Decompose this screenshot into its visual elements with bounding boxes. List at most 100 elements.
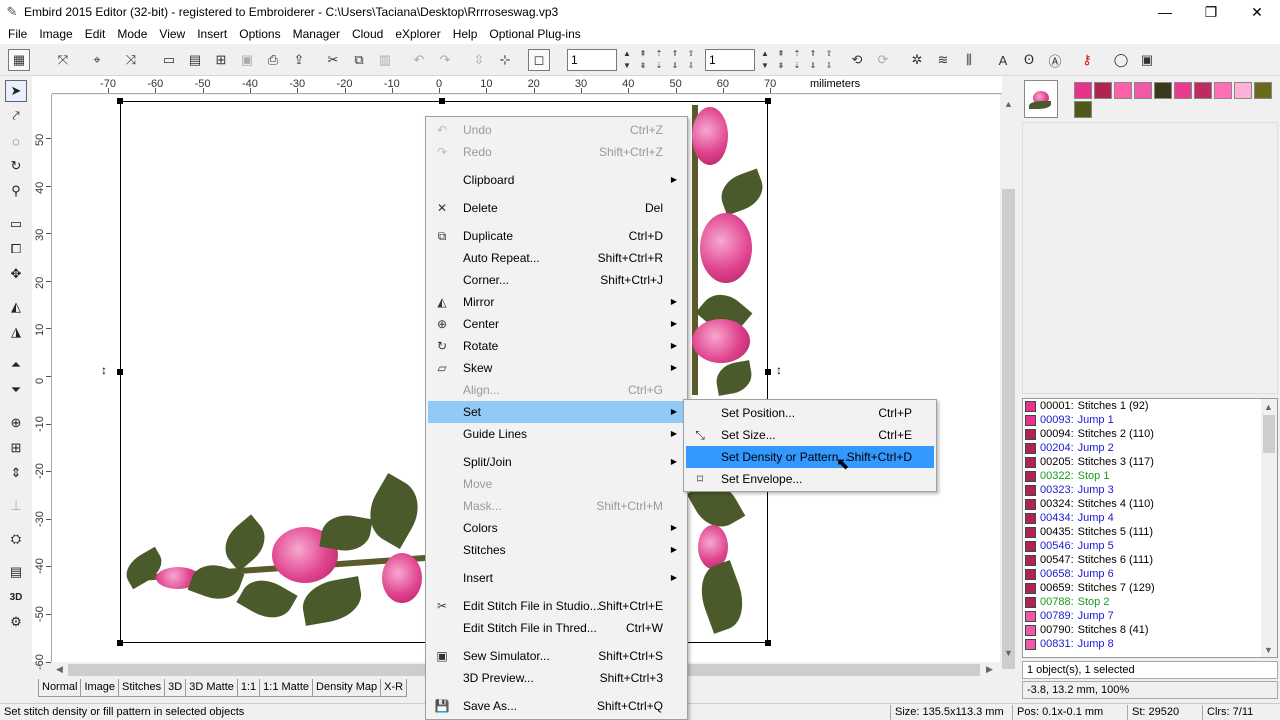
close-button[interactable]: ✕ xyxy=(1234,0,1280,24)
palette-swatch[interactable] xyxy=(1174,82,1192,99)
menu-item-save-as[interactable]: 💾 Save As... Shift+Ctrl+Q xyxy=(428,695,685,717)
rectangle-select-icon[interactable]: ▭ xyxy=(5,213,27,235)
menu-item-mirror[interactable]: ◭ Mirror ▶ xyxy=(428,291,685,313)
wave-icon[interactable]: ≋ xyxy=(932,49,954,71)
menu-item-clipboard[interactable]: Clipboard ▶ xyxy=(428,169,685,191)
menu-insert[interactable]: Insert xyxy=(191,25,233,43)
stop-icon[interactable]: ◻ xyxy=(528,49,550,71)
stitch-list-row[interactable]: 00322: Stop 1 xyxy=(1023,469,1277,483)
stitch-list-row[interactable]: 00546: Jump 5 xyxy=(1023,539,1277,553)
cut-icon[interactable]: ✂ xyxy=(322,49,344,71)
menu-item-undo[interactable]: ↶ Undo Ctrl+Z xyxy=(428,119,685,141)
value-input-1[interactable]: 1 xyxy=(567,49,617,71)
split-icon[interactable]: ⇳ xyxy=(468,49,490,71)
menu-item-insert[interactable]: Insert ▶ xyxy=(428,567,685,589)
vertical-scroll-thumb[interactable] xyxy=(1002,189,1015,669)
print-icon[interactable]: ⎙ xyxy=(262,49,284,71)
spin-1b-icon[interactable]: ⇞ ⇟ xyxy=(636,48,650,72)
menu-file[interactable]: File xyxy=(2,25,33,43)
key-icon[interactable]: ⚷ xyxy=(1076,49,1098,71)
palette-swatch[interactable] xyxy=(1134,82,1152,99)
center-v-icon[interactable]: ⊞ xyxy=(5,437,27,459)
palette-swatch[interactable] xyxy=(1074,82,1092,99)
add-file-icon[interactable]: ⊞ xyxy=(210,49,232,71)
rotate-step-icon[interactable]: ⟲ xyxy=(846,49,868,71)
menu-options[interactable]: Options xyxy=(233,25,286,43)
resize-handle-bl[interactable] xyxy=(117,640,123,646)
resize-handle-tr[interactable] xyxy=(765,98,771,104)
flip-step-icon[interactable]: ⟳ xyxy=(872,49,894,71)
stitch-list-row[interactable]: 00205: Stitches 3 (117) xyxy=(1023,455,1277,469)
palette-swatch[interactable] xyxy=(1094,82,1112,99)
center-h-icon[interactable]: ⊕ xyxy=(5,412,27,434)
design-thumbnail[interactable] xyxy=(1024,80,1058,118)
menu-help[interactable]: Help xyxy=(447,25,484,43)
list-scroll-down-icon[interactable]: ▼ xyxy=(1264,645,1273,655)
scroll-right-icon[interactable]: ▶ xyxy=(986,664,993,675)
menu-item-guide-lines[interactable]: Guide Lines ▶ xyxy=(428,423,685,445)
stitch-list-scrollbar[interactable]: ▲ ▼ xyxy=(1261,399,1277,657)
menu-item-sew-simulator[interactable]: ▣ Sew Simulator... Shift+Ctrl+S xyxy=(428,645,685,667)
columns-icon[interactable]: ⫼ xyxy=(958,49,980,71)
resize-handle-t[interactable] xyxy=(439,98,445,104)
stitch-list-row[interactable]: 00323: Jump 3 xyxy=(1023,483,1277,497)
redo-icon[interactable]: ↷ xyxy=(434,49,456,71)
paste-icon[interactable]: ▥ xyxy=(374,49,396,71)
submenu-item-set-density-or-pattern[interactable]: Set Density or Pattern... Shift+Ctrl+D xyxy=(686,446,934,468)
stitch-list-row[interactable]: 00790: Stitches 8 (41) xyxy=(1023,623,1277,637)
hoop-icon[interactable]: ◯ xyxy=(1110,49,1132,71)
minimize-button[interactable]: — xyxy=(1142,0,1188,24)
menu-item-stitches[interactable]: Stitches ▶ xyxy=(428,539,685,561)
stitch-list-row[interactable]: 00001: Stitches 1 (92) xyxy=(1023,399,1277,413)
menu-item-edit-stitch-file-in-studio[interactable]: ✂ Edit Stitch File in Studio... Shift+Ctrl… xyxy=(428,595,685,617)
select-all-icon[interactable]: ⤧ xyxy=(52,49,74,71)
scroll-down-icon[interactable]: ▼ xyxy=(1004,648,1013,658)
value-input-2[interactable]: 1 xyxy=(705,49,755,71)
hoop-settings-icon[interactable]: ▣ xyxy=(1136,49,1158,71)
save-icon[interactable]: ▣ xyxy=(236,49,258,71)
menu-explorer[interactable]: eXplorer xyxy=(389,25,446,43)
stitch-list-row[interactable]: 00324: Stitches 4 (110) xyxy=(1023,497,1277,511)
list-scroll-up-icon[interactable]: ▲ xyxy=(1264,402,1273,412)
stitch-tool-icon[interactable]: ✲ xyxy=(906,49,928,71)
maximize-button[interactable]: ❐ xyxy=(1188,0,1234,24)
text-path-icon[interactable]: Ꙩ xyxy=(1018,49,1040,71)
transform-icon[interactable]: ⤨ xyxy=(120,49,142,71)
spin-2d-icon[interactable]: ⇑ ⇓ xyxy=(806,48,820,72)
lasso-icon[interactable]: ◌ xyxy=(5,130,27,152)
text-icon[interactable]: A xyxy=(992,49,1014,71)
list-scroll-thumb[interactable] xyxy=(1263,415,1275,453)
menu-mode[interactable]: Mode xyxy=(111,25,153,43)
scroll-up-icon[interactable]: ▲ xyxy=(1004,99,1013,109)
spin-1e-icon[interactable]: ⇧ ⇩ xyxy=(684,48,698,72)
tab-image[interactable]: Image xyxy=(80,679,120,697)
rotate-tool-icon[interactable]: ↻ xyxy=(5,155,27,177)
menu-item-set[interactable]: Set ▶ xyxy=(428,401,685,423)
scroll-left-icon[interactable]: ◀ xyxy=(56,664,63,675)
menu-cloud[interactable]: Cloud xyxy=(346,25,389,43)
stitch-list-row[interactable]: 00093: Jump 1 xyxy=(1023,413,1277,427)
side-arrow-left-icon[interactable]: ↕ xyxy=(101,363,107,377)
resize-handle-tl[interactable] xyxy=(117,98,123,104)
palette-swatch[interactable] xyxy=(1114,82,1132,99)
presser-foot-icon[interactable]: ⛭ xyxy=(5,528,27,550)
menu-item-colors[interactable]: Colors ▶ xyxy=(428,517,685,539)
stitch-list-row[interactable]: 00788: Stop 2 xyxy=(1023,595,1277,609)
simulator-icon[interactable]: ⚙ xyxy=(5,611,27,633)
side-arrow-right-icon[interactable]: ↕ xyxy=(776,363,782,377)
menu-item-3d-preview[interactable]: 3D Preview... Shift+Ctrl+3 xyxy=(428,667,685,689)
stitch-list-row[interactable]: 00659: Stitches 7 (129) xyxy=(1023,581,1277,595)
spin-1c-icon[interactable]: ⇡ ⇣ xyxy=(652,48,666,72)
menu-item-edit-stitch-file-in-thred[interactable]: Edit Stitch File in Thred... Ctrl+W xyxy=(428,617,685,639)
export-icon[interactable]: ⇪ xyxy=(288,49,310,71)
tab-1-1-matte[interactable]: 1:1 Matte xyxy=(259,679,314,697)
stitch-list-row[interactable]: 00658: Jump 6 xyxy=(1023,567,1277,581)
stitch-list[interactable]: 00001: Stitches 1 (92) 00093: Jump 1 00094: S… xyxy=(1022,398,1278,658)
palette-swatch[interactable] xyxy=(1254,82,1272,99)
stitch-list-row[interactable]: 00789: Jump 7 xyxy=(1023,609,1277,623)
menu-item-skew[interactable]: ▱ Skew ▶ xyxy=(428,357,685,379)
stitch-list-row[interactable]: 00831: Jump 8 xyxy=(1023,637,1277,651)
frame-icon[interactable]: ⧠ xyxy=(5,238,27,260)
menu-manager[interactable]: Manager xyxy=(287,25,346,43)
palette-swatch[interactable] xyxy=(1154,82,1172,99)
